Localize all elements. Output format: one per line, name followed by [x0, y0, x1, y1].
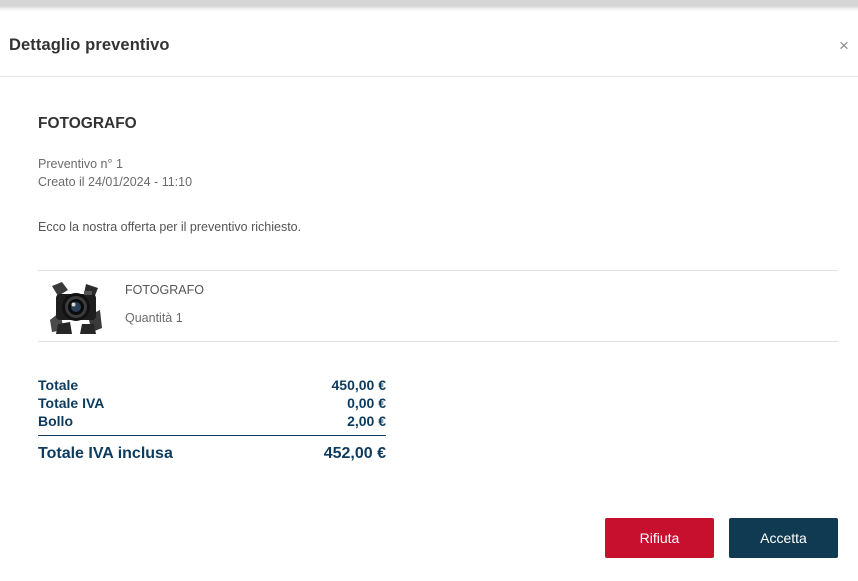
vat-value: 0,00 € [347, 395, 386, 411]
vat-label: Totale IVA [38, 395, 105, 411]
grand-total-value: 452,00 € [323, 445, 386, 462]
accept-button[interactable]: Accetta [729, 518, 838, 558]
camera-photo-thumbnail-icon [48, 280, 103, 334]
modal-title: Dettaglio preventivo [9, 36, 170, 54]
modal-top-shadow [0, 0, 858, 12]
quote-detail-modal: Dettaglio preventivo × FOTOGRAFO Prevent… [0, 0, 858, 581]
vendor-name: FOTOGRAFO [38, 115, 137, 132]
stamp-label: Bollo [38, 413, 73, 429]
quote-item-row: FOTOGRAFO Quantità 1 [38, 270, 838, 342]
totals-divider [38, 435, 386, 436]
total-row-vat: Totale IVA 0,00 € [38, 395, 386, 413]
modal-header: Dettaglio preventivo × [0, 12, 858, 77]
reject-button[interactable]: Rifiuta [605, 518, 714, 558]
grand-total-label: Totale IVA inclusa [38, 445, 173, 462]
item-quantity: Quantità 1 [125, 311, 183, 325]
total-row-subtotal: Totale 450,00 € [38, 377, 386, 395]
item-name: FOTOGRAFO [125, 283, 204, 297]
grand-total-row: Totale IVA inclusa 452,00 € [38, 445, 386, 467]
totals-summary: Totale 450,00 € Totale IVA 0,00 € Bollo … [38, 377, 386, 467]
total-row-stamp: Bollo 2,00 € [38, 413, 386, 431]
total-value: 450,00 € [331, 377, 387, 393]
total-label: Totale [38, 377, 79, 393]
quote-number: Preventivo n° 1 [38, 157, 123, 171]
stamp-value: 2,00 € [347, 413, 386, 429]
offer-message: Ecco la nostra offerta per il preventivo… [38, 220, 302, 234]
close-icon[interactable]: × [836, 37, 852, 55]
created-date: Creato il 24/01/2024 - 11:10 [38, 175, 193, 189]
